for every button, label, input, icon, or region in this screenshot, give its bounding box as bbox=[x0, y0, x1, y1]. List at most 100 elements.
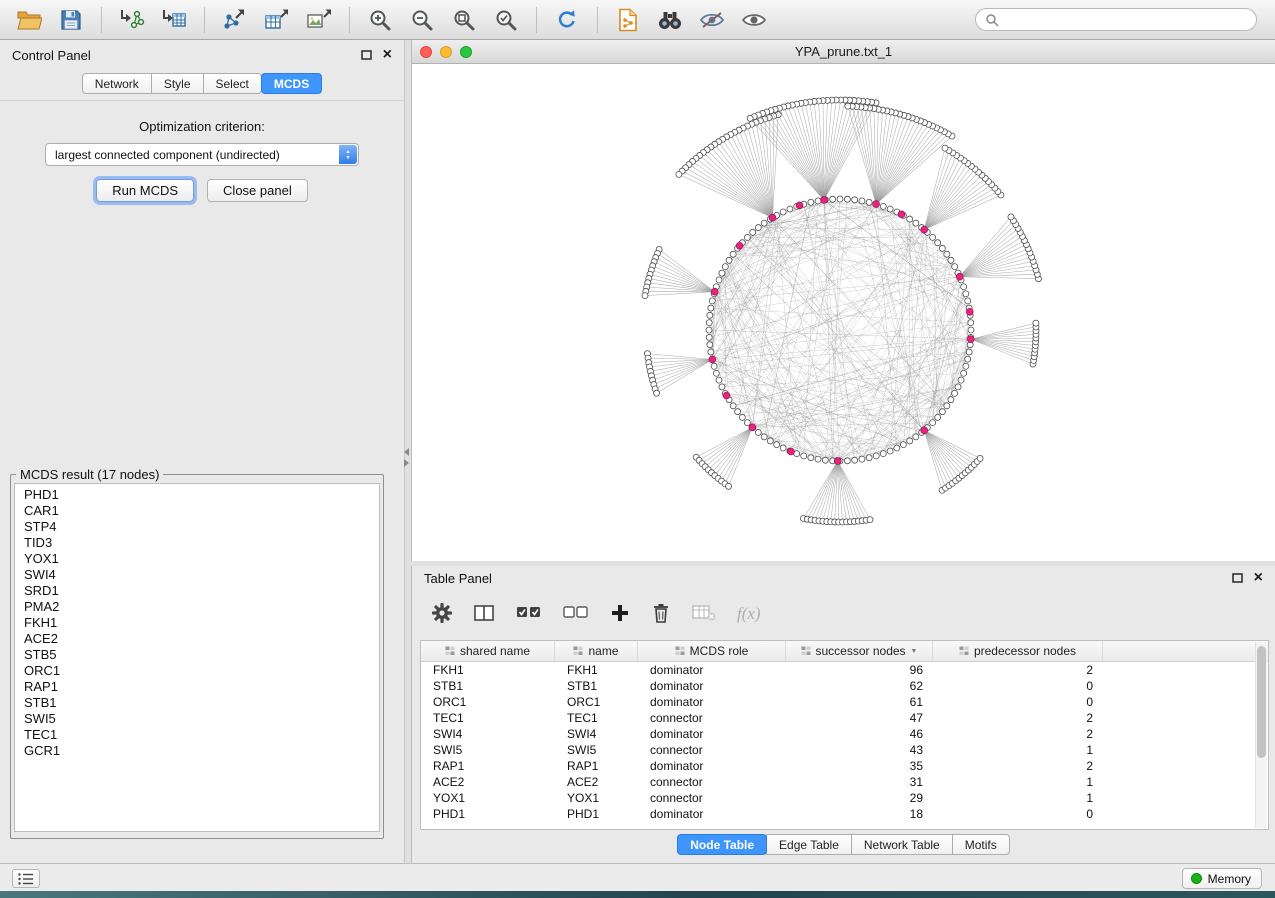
hide-graphics-details-button[interactable] bbox=[693, 4, 731, 36]
mcds-result-item[interactable]: FKH1 bbox=[24, 615, 379, 631]
mcds-result-item[interactable]: TEC1 bbox=[24, 727, 379, 743]
save-session-button[interactable] bbox=[52, 4, 90, 36]
add-column-button[interactable] bbox=[610, 603, 630, 626]
zoom-fit-button[interactable] bbox=[445, 4, 483, 36]
table-row[interactable]: ORC1ORC1dominator610 bbox=[421, 694, 1268, 710]
mcds-result-item[interactable]: STB5 bbox=[24, 647, 379, 663]
column-header-MCDS-role[interactable]: MCDS role bbox=[638, 641, 786, 661]
apply-layout-button[interactable] bbox=[548, 4, 586, 36]
mcds-result-item[interactable]: PHD1 bbox=[24, 487, 379, 503]
export-network-button[interactable] bbox=[216, 4, 254, 36]
maximize-window-button[interactable] bbox=[460, 46, 472, 58]
search-field[interactable] bbox=[975, 8, 1257, 31]
table-row[interactable]: SWI5SWI5connector431 bbox=[421, 742, 1268, 758]
table-cell: SWI5 bbox=[421, 743, 555, 757]
tab-style[interactable]: Style bbox=[151, 73, 204, 94]
close-panel-icon[interactable]: × bbox=[1254, 570, 1263, 586]
show-columns-button[interactable] bbox=[473, 603, 495, 626]
table-row[interactable]: SWI4SWI4dominator462 bbox=[421, 726, 1268, 742]
export-image-icon bbox=[306, 8, 332, 32]
select-all-button[interactable] bbox=[516, 604, 542, 625]
table-cell: connector bbox=[638, 775, 786, 789]
show-graphics-details-button[interactable] bbox=[735, 4, 773, 36]
import-table-button[interactable] bbox=[155, 4, 193, 36]
mcds-result-item[interactable]: ORC1 bbox=[24, 663, 379, 679]
network-titlebar[interactable]: YPA_prune.txt_1 bbox=[412, 40, 1275, 64]
delete-column-button[interactable] bbox=[651, 602, 671, 627]
table-scrollbar[interactable] bbox=[1255, 642, 1267, 828]
search-input[interactable] bbox=[1005, 13, 1247, 27]
find-button[interactable] bbox=[651, 4, 689, 36]
mcds-result-item[interactable]: SWI4 bbox=[24, 567, 379, 583]
mcds-result-item[interactable]: SRD1 bbox=[24, 583, 379, 599]
minimize-window-button[interactable] bbox=[440, 46, 452, 58]
table-cell: ACE2 bbox=[421, 775, 555, 789]
import-network-button[interactable] bbox=[113, 4, 151, 36]
table-panel-header: Table Panel × bbox=[412, 566, 1275, 590]
network-title: YPA_prune.txt_1 bbox=[412, 44, 1275, 59]
tab-edge-table[interactable]: Edge Table bbox=[766, 834, 852, 855]
close-panel-icon[interactable]: × bbox=[383, 47, 392, 63]
tab-network-table[interactable]: Network Table bbox=[851, 834, 953, 855]
mcds-result-list[interactable]: PHD1CAR1STP4TID3YOX1SWI4SRD1PMA2FKH1ACE2… bbox=[14, 483, 380, 832]
deselect-all-button[interactable] bbox=[563, 604, 589, 625]
tab-select[interactable]: Select bbox=[203, 73, 262, 94]
table-cell: SWI5 bbox=[555, 743, 638, 757]
table-row[interactable]: YOX1YOX1connector291 bbox=[421, 790, 1268, 806]
node-table-body: FKH1FKH1dominator962STB1STB1dominator620… bbox=[421, 662, 1268, 822]
table-cell: 0 bbox=[933, 807, 1103, 821]
memory-button[interactable]: Memory bbox=[1182, 868, 1262, 889]
scrollbar-thumb[interactable] bbox=[1257, 646, 1266, 758]
trash-icon bbox=[651, 602, 671, 624]
open-session-button[interactable] bbox=[10, 4, 48, 36]
toolbar-separator bbox=[101, 7, 102, 33]
close-window-button[interactable] bbox=[420, 46, 432, 58]
mcds-result-item[interactable]: STP4 bbox=[24, 519, 379, 535]
close-panel-button[interactable]: Close panel bbox=[207, 179, 308, 202]
mcds-result-item[interactable]: PMA2 bbox=[24, 599, 379, 615]
table-row[interactable]: TEC1TEC1connector472 bbox=[421, 710, 1268, 726]
tab-mcds[interactable]: MCDS bbox=[261, 73, 322, 94]
eye-slash-icon bbox=[699, 10, 725, 30]
float-panel-icon[interactable] bbox=[1232, 573, 1243, 583]
mcds-result-item[interactable]: GCR1 bbox=[24, 743, 379, 759]
export-table-button[interactable] bbox=[258, 4, 296, 36]
function-builder-button: f(x) bbox=[737, 604, 761, 624]
mcds-result-item[interactable]: TID3 bbox=[24, 535, 379, 551]
export-image-button[interactable] bbox=[300, 4, 338, 36]
table-row[interactable]: FKH1FKH1dominator962 bbox=[421, 662, 1268, 678]
mcds-result-item[interactable]: RAP1 bbox=[24, 679, 379, 695]
run-mcds-button[interactable]: Run MCDS bbox=[96, 179, 194, 202]
share-network-button[interactable] bbox=[609, 4, 647, 36]
task-history-button[interactable] bbox=[12, 869, 40, 888]
table-row[interactable]: RAP1RAP1dominator352 bbox=[421, 758, 1268, 774]
column-header-predecessor-nodes[interactable]: predecessor nodes bbox=[933, 641, 1103, 661]
mcds-result-item[interactable]: SWI5 bbox=[24, 711, 379, 727]
mcds-result-item[interactable]: STB1 bbox=[24, 695, 379, 711]
table-cell: FKH1 bbox=[555, 663, 638, 677]
mcds-result-item[interactable]: YOX1 bbox=[24, 551, 379, 567]
table-cell: SWI4 bbox=[421, 727, 555, 741]
network-graph[interactable] bbox=[412, 64, 1274, 560]
table-cell: 2 bbox=[933, 711, 1103, 725]
zoom-out-button[interactable] bbox=[403, 4, 441, 36]
tab-network[interactable]: Network bbox=[82, 73, 152, 94]
network-canvas[interactable] bbox=[412, 64, 1274, 560]
table-row[interactable]: PHD1PHD1dominator180 bbox=[421, 806, 1268, 822]
mcds-result-item[interactable]: ACE2 bbox=[24, 631, 379, 647]
tab-motifs[interactable]: Motifs bbox=[952, 834, 1010, 855]
column-header-successor-nodes[interactable]: successor nodes▼ bbox=[786, 641, 933, 661]
column-header-shared-name[interactable]: shared name bbox=[421, 641, 555, 661]
zoom-selected-button[interactable] bbox=[487, 4, 525, 36]
table-row[interactable]: ACE2ACE2connector311 bbox=[421, 774, 1268, 790]
column-header-name[interactable]: name bbox=[555, 641, 638, 661]
criterion-select[interactable]: largest connected component (undirected)… bbox=[45, 143, 359, 166]
float-panel-icon[interactable] bbox=[361, 50, 372, 60]
sort-caret-icon[interactable]: ▼ bbox=[911, 648, 918, 655]
table-options-button[interactable] bbox=[432, 603, 452, 626]
splitter-handle-icon[interactable] bbox=[404, 448, 409, 467]
zoom-in-button[interactable] bbox=[361, 4, 399, 36]
table-row[interactable]: STB1STB1dominator620 bbox=[421, 678, 1268, 694]
mcds-result-item[interactable]: CAR1 bbox=[24, 503, 379, 519]
tab-node-table[interactable]: Node Table bbox=[677, 834, 767, 855]
